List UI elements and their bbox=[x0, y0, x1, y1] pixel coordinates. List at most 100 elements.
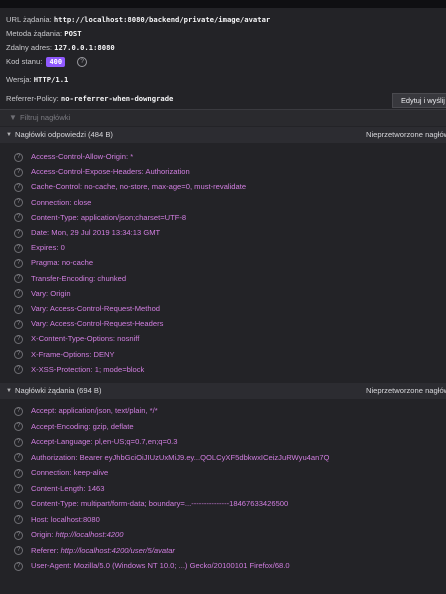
help-icon[interactable]: ? bbox=[14, 152, 23, 162]
help-icon[interactable]: ? bbox=[14, 437, 23, 447]
help-icon[interactable]: ? bbox=[14, 213, 23, 223]
header-value: DENY bbox=[93, 349, 115, 359]
header-name: Pragma: bbox=[31, 258, 60, 268]
help-icon[interactable]: ? bbox=[14, 350, 23, 360]
header-row[interactable]: ? Authorization: Bearer eyJhbGciOiJIUzUxM… bbox=[14, 451, 329, 464]
header-value: Bearer eyJhbGciOiJIUzUxMiJ9.ey...QOLCyXF… bbox=[79, 452, 330, 462]
header-name: Referer: bbox=[31, 545, 59, 555]
header-row[interactable]: ? X-XSS-Protection: 1; mode=block bbox=[14, 363, 144, 376]
help-icon[interactable]: ? bbox=[14, 198, 23, 208]
header-row[interactable]: ? Referer: http://localhost:4200/user/5/a… bbox=[14, 544, 175, 557]
header-row[interactable]: ? User-Agent: Mozilla/5.0 (Windows NT 10.… bbox=[14, 559, 290, 572]
edit-and-resend-button[interactable]: Edytuj i wyślij bbox=[392, 93, 446, 108]
header-name: User-Agent: bbox=[31, 561, 72, 570]
help-icon[interactable]: ? bbox=[14, 365, 23, 375]
header-value: localhost:8080 bbox=[50, 514, 100, 524]
header-row[interactable]: ? Connection: keep-alive bbox=[14, 466, 108, 479]
help-icon[interactable]: ? bbox=[14, 546, 23, 555]
header-row[interactable]: ? Host: localhost:8080 bbox=[14, 513, 100, 526]
request-headers-section-header[interactable]: ▼ Nagłówki żądania (694 B) Nieprzetworzo… bbox=[0, 383, 446, 399]
help-icon[interactable]: ? bbox=[14, 453, 23, 462]
filter-headers-input[interactable]: Filtruj nagłówki bbox=[20, 112, 70, 124]
raw-headers-toggle[interactable]: Nieprzetworzone nagłówki bbox=[366, 129, 446, 141]
collapse-arrow-icon[interactable]: ▼ bbox=[6, 385, 12, 397]
raw-headers-toggle[interactable]: Nieprzetworzone nagłówki bbox=[366, 385, 446, 397]
collapse-arrow-icon[interactable]: ▼ bbox=[6, 129, 12, 141]
help-icon[interactable]: ? bbox=[14, 319, 23, 329]
header-name: Date: bbox=[31, 228, 50, 237]
header-value: Origin bbox=[50, 288, 71, 298]
request-url-value[interactable]: http://localhost:8080/backend/private/im… bbox=[54, 15, 270, 24]
header-row[interactable]: ? Accept-Encoding: gzip, deflate bbox=[14, 420, 134, 433]
header-row[interactable]: ? Access-Control-Expose-Headers: Authoriz… bbox=[14, 165, 190, 178]
header-row[interactable]: ? Content-Length: 1463 bbox=[14, 482, 105, 495]
header-row[interactable]: ? Accept-Language: pl,en-US;q=0.7,en;q=0.… bbox=[14, 435, 178, 448]
header-row[interactable]: ? Content-Type: application/json;charset=… bbox=[14, 211, 186, 224]
header-value: Authorization bbox=[145, 167, 190, 177]
header-row[interactable]: ? X-Content-Type-Options: nosniff bbox=[14, 332, 139, 345]
header-value: 1463 bbox=[87, 483, 105, 493]
header-value: chunked bbox=[97, 273, 127, 283]
header-value: Access-Control-Request-Method bbox=[49, 304, 161, 313]
help-icon[interactable]: ? bbox=[14, 289, 23, 299]
header-row[interactable]: ? Pragma: no-cache bbox=[14, 256, 93, 269]
remote-address-row: Zdalny adres: 127.0.0.1:8080 bbox=[6, 41, 115, 55]
header-row[interactable]: ? Accept: application/json, text/plain, *… bbox=[14, 404, 158, 417]
referrer-policy-row: Referrer-Policy: no-referrer-when-downgr… bbox=[6, 92, 173, 106]
help-icon[interactable]: ? bbox=[14, 422, 23, 431]
header-row[interactable]: ? Expires: 0 bbox=[14, 241, 65, 254]
help-icon[interactable]: ? bbox=[14, 258, 23, 268]
request-method-row: Metoda żądania: POST bbox=[6, 27, 82, 41]
header-row[interactable]: ? Cache-Control: no-cache, no-store, max-… bbox=[14, 180, 246, 193]
header-row[interactable]: ? Vary: Access-Control-Request-Headers bbox=[14, 317, 163, 330]
header-row[interactable]: ? Vary: Access-Control-Request-Method bbox=[14, 302, 160, 315]
help-icon[interactable]: ? bbox=[14, 561, 23, 571]
referrer-policy-value: no-referrer-when-downgrade bbox=[60, 94, 174, 103]
header-name: X-XSS-Protection: bbox=[31, 364, 93, 374]
http-version-row: Wersja: HTTP/1.1 bbox=[6, 73, 68, 87]
header-row[interactable]: ? X-Frame-Options: DENY bbox=[14, 348, 115, 361]
help-icon[interactable]: ? bbox=[14, 182, 23, 192]
header-value: multipart/form-data; boundary=...-------… bbox=[80, 499, 289, 508]
filter-icon: ▼ bbox=[9, 113, 17, 122]
response-headers-title: Nagłówki odpowiedzi (484 B) bbox=[15, 130, 113, 139]
help-icon[interactable]: ? bbox=[14, 167, 23, 177]
header-value: 1; mode=block bbox=[94, 364, 145, 374]
http-version-label: Wersja: bbox=[6, 75, 32, 84]
header-row[interactable]: ? Content-Type: multipart/form-data; boun… bbox=[14, 497, 288, 510]
http-version-value: HTTP/1.1 bbox=[33, 75, 69, 84]
status-code-label: Kod stanu: bbox=[6, 57, 43, 66]
help-icon[interactable]: ? bbox=[14, 499, 23, 509]
help-icon[interactable]: ? bbox=[14, 243, 23, 253]
header-name: Expires: bbox=[31, 243, 59, 253]
header-value: no-cache bbox=[61, 258, 94, 268]
help-icon[interactable]: ? bbox=[14, 515, 23, 524]
header-name: Authorization: bbox=[31, 452, 78, 462]
header-row[interactable]: ? Transfer-Encoding: chunked bbox=[14, 272, 126, 285]
header-value: http://localhost:4200/user/5/avatar bbox=[60, 545, 175, 555]
filter-headers-bar[interactable]: ▼ Filtruj nagłówki bbox=[0, 110, 446, 126]
header-row[interactable]: ? Connection: close bbox=[14, 196, 91, 209]
header-row[interactable]: ? Date: Mon, 29 Jul 2019 13:34:13 GMT bbox=[14, 226, 160, 239]
help-icon[interactable]: ? bbox=[14, 406, 23, 416]
header-value: application/json;charset=UTF-8 bbox=[80, 212, 187, 222]
header-name: X-Frame-Options: bbox=[31, 349, 92, 359]
help-icon[interactable]: ? bbox=[14, 304, 23, 314]
help-icon[interactable]: ? bbox=[14, 334, 23, 344]
header-row[interactable]: ? Vary: Origin bbox=[14, 287, 71, 300]
help-icon[interactable]: ? bbox=[14, 228, 23, 238]
response-headers-section-header[interactable]: ▼ Nagłówki odpowiedzi (484 B) Nieprzetwo… bbox=[0, 127, 446, 143]
header-name: Access-Control-Allow-Origin: bbox=[31, 152, 129, 161]
help-icon[interactable]: ? bbox=[14, 530, 23, 540]
header-value: Access-Control-Request-Headers bbox=[49, 319, 164, 329]
header-name: Accept-Encoding: bbox=[31, 421, 91, 431]
help-icon[interactable]: ? bbox=[14, 484, 23, 493]
help-icon[interactable]: ? bbox=[77, 57, 88, 67]
help-icon[interactable]: ? bbox=[14, 274, 23, 284]
header-row[interactable]: ? Origin: http://localhost:4200 bbox=[14, 528, 123, 541]
remote-address-value: 127.0.0.1:8080 bbox=[54, 43, 115, 52]
header-row[interactable]: ? Access-Control-Allow-Origin: * bbox=[14, 150, 133, 163]
header-value: * bbox=[130, 152, 134, 161]
header-value: keep-alive bbox=[73, 468, 109, 477]
help-icon[interactable]: ? bbox=[14, 468, 23, 478]
